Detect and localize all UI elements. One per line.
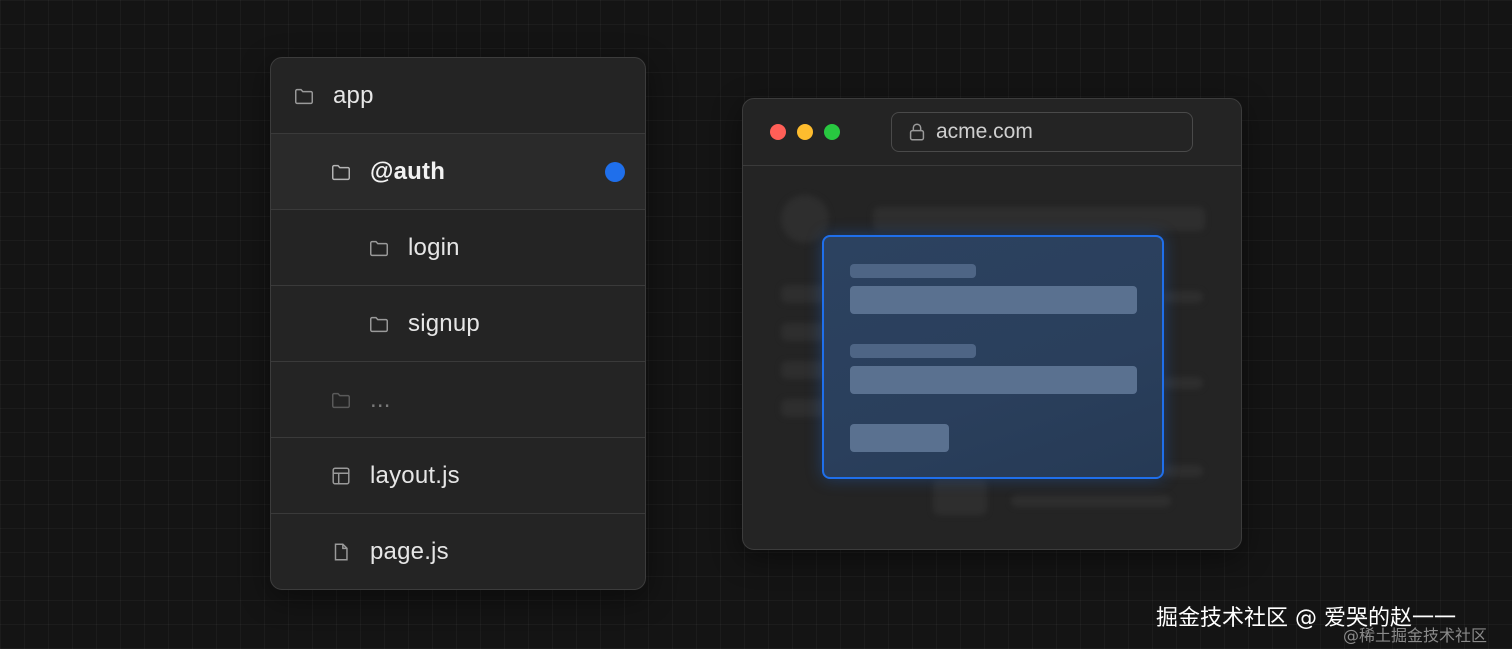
tree-item-auth[interactable]: @auth	[271, 134, 645, 210]
address-bar[interactable]: acme.com	[891, 112, 1193, 152]
tree-item-label: ...	[370, 385, 391, 413]
tree-item-login[interactable]: login	[271, 210, 645, 286]
file-icon	[330, 541, 352, 563]
tree-item-app[interactable]: app	[271, 58, 645, 134]
auth-modal	[822, 235, 1164, 479]
minimize-window-button[interactable]	[797, 124, 813, 140]
folder-icon	[330, 389, 352, 411]
tree-item-label: layout.js	[370, 461, 460, 489]
folder-icon	[368, 313, 390, 335]
folder-icon	[330, 161, 352, 183]
input-field-placeholder[interactable]	[850, 286, 1137, 314]
submit-button-placeholder[interactable]	[850, 424, 949, 452]
tree-item-label: signup	[408, 309, 480, 337]
tree-item-signup[interactable]: signup	[271, 286, 645, 362]
tree-item-label: login	[408, 233, 460, 261]
address-bar-url: acme.com	[936, 120, 1033, 143]
tree-item-layout[interactable]: layout.js	[271, 438, 645, 514]
lock-icon	[906, 121, 928, 143]
tree-item-page[interactable]: page.js	[271, 514, 645, 589]
maximize-window-button[interactable]	[824, 124, 840, 140]
input-field-placeholder[interactable]	[850, 366, 1137, 394]
layout-icon	[330, 465, 352, 487]
tree-item-label: @auth	[370, 157, 446, 185]
field-label-placeholder	[850, 264, 976, 278]
tree-item-label: app	[333, 81, 374, 109]
watermark-subtext: @稀土掘金技术社区	[1343, 626, 1488, 645]
file-tree-panel: app @auth login signup ... layout.js pag…	[270, 57, 646, 590]
browser-toolbar: acme.com	[743, 99, 1241, 166]
tree-item-label: page.js	[370, 538, 449, 565]
tree-item-more[interactable]: ...	[271, 362, 645, 438]
browser-window: acme.com	[742, 98, 1242, 550]
folder-icon	[293, 85, 315, 107]
field-label-placeholder	[850, 344, 976, 358]
active-indicator-dot	[605, 162, 625, 182]
folder-icon	[368, 237, 390, 259]
close-window-button[interactable]	[770, 124, 786, 140]
